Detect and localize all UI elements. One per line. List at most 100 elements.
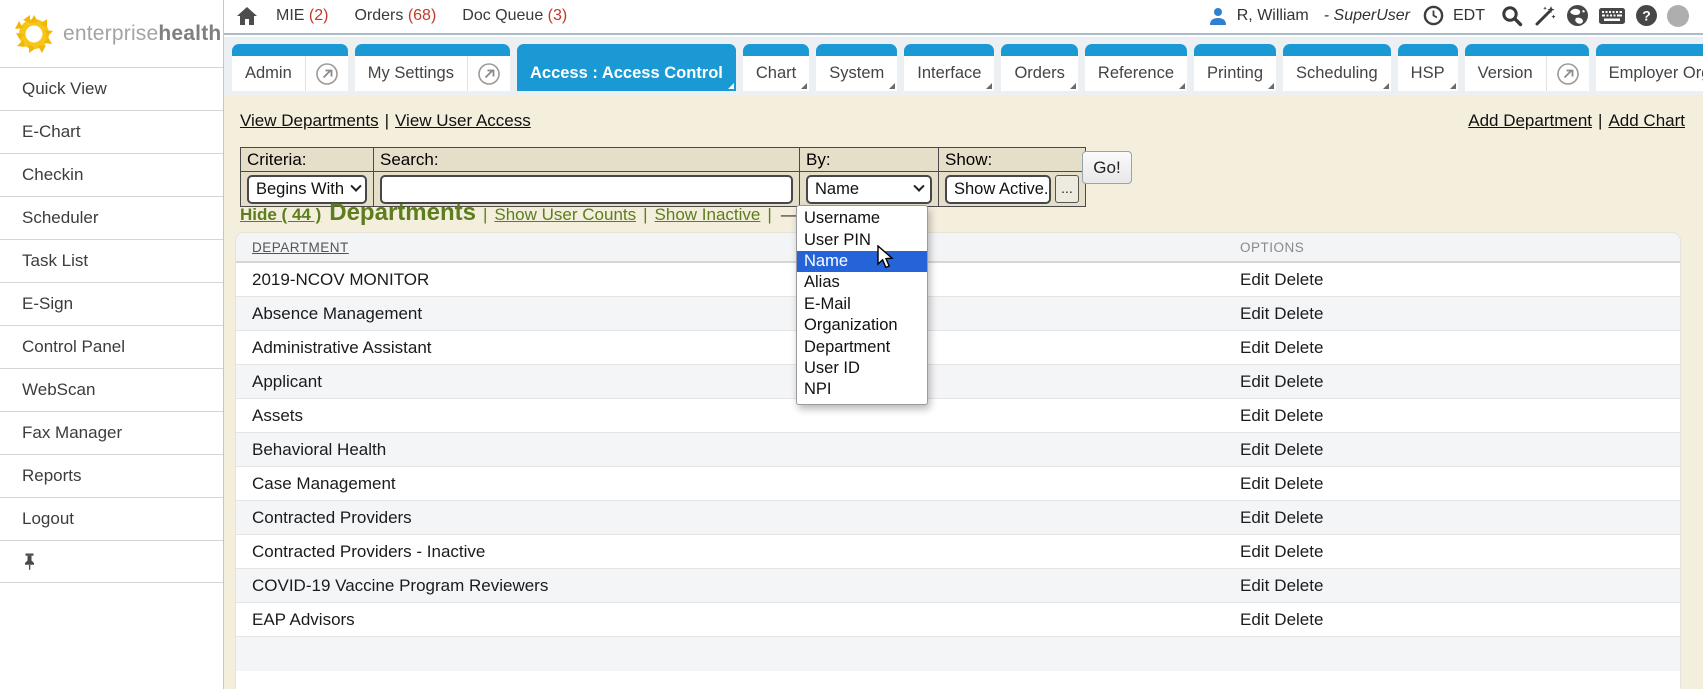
by-column-header: By: [800, 148, 939, 172]
delete-link[interactable]: Delete [1274, 474, 1323, 494]
sidebar-pin-toggle[interactable] [0, 540, 223, 583]
tab-version[interactable]: Version [1465, 44, 1589, 91]
tab-admin[interactable]: Admin [232, 44, 348, 91]
view-links: View Departments|View User Access [240, 111, 531, 131]
delete-link[interactable]: Delete [1274, 270, 1323, 290]
edit-link[interactable]: Edit [1240, 440, 1269, 460]
show-more-options-button[interactable]: ... [1055, 175, 1079, 203]
search-criteria-table: Criteria: Search: By: Show: Begins With … [240, 147, 1086, 207]
edit-link[interactable]: Edit [1240, 338, 1269, 358]
show-select[interactable]: Show Active... [945, 175, 1051, 204]
nav-count-badge: (3) [548, 7, 568, 24]
external-link-icon[interactable] [1546, 56, 1589, 91]
by-select[interactable]: Name [806, 175, 932, 204]
sidebar-item-logout[interactable]: Logout [0, 497, 223, 540]
tab-label: Access : Access Control [517, 56, 736, 91]
tab-access-access-control[interactable]: Access : Access Control [517, 44, 736, 91]
edit-link[interactable]: Edit [1240, 372, 1269, 392]
enterprise-health-logo[interactable]: enterprisehealth [0, 0, 223, 67]
keyboard-icon[interactable] [1598, 6, 1626, 26]
pushpin-icon [22, 553, 37, 570]
nav-mie[interactable]: MIE (2) [276, 7, 328, 25]
dropdown-option-organization[interactable]: Organization [797, 315, 927, 336]
edit-link[interactable]: Edit [1240, 304, 1269, 324]
help-icon[interactable]: ? [1635, 4, 1658, 27]
delete-link[interactable]: Delete [1274, 542, 1323, 562]
clock-icon[interactable] [1423, 5, 1444, 26]
dropdown-option-user-id[interactable]: User ID [797, 358, 927, 379]
sidebar-item-e-chart[interactable]: E-Chart [0, 110, 223, 153]
magic-wand-icon[interactable] [1533, 4, 1557, 28]
add-chart-link[interactable]: Add Chart [1608, 111, 1685, 130]
delete-link[interactable]: Delete [1274, 576, 1323, 596]
sidebar-item-webscan[interactable]: WebScan [0, 368, 223, 411]
delete-link[interactable]: Delete [1274, 338, 1323, 358]
dropdown-option-username[interactable]: Username [797, 208, 927, 229]
dropdown-option-e-mail[interactable]: E-Mail [797, 294, 927, 315]
tab-employer-organization[interactable]: Employer Orga [1596, 44, 1703, 91]
tab-hsp[interactable]: HSP [1398, 44, 1458, 91]
edit-link[interactable]: Edit [1240, 508, 1269, 528]
tab-caret-icon [1268, 83, 1274, 89]
department-column-header[interactable]: DEPARTMENT [236, 240, 1240, 255]
globe-icon[interactable] [1566, 4, 1589, 27]
delete-link[interactable]: Delete [1274, 304, 1323, 324]
dropdown-option-name[interactable]: Name [797, 251, 927, 272]
tab-scheduling[interactable]: Scheduling [1283, 44, 1391, 91]
dropdown-option-alias[interactable]: Alias [797, 272, 927, 293]
edit-link[interactable]: Edit [1240, 610, 1269, 630]
dropdown-option-user-pin[interactable]: User PIN [797, 229, 927, 250]
edit-link[interactable]: Edit [1240, 542, 1269, 562]
view-departments-link[interactable]: View Departments [240, 111, 379, 130]
tab-reference[interactable]: Reference [1085, 44, 1187, 91]
delete-link[interactable]: Delete [1274, 610, 1323, 630]
logo-text-health: health [158, 22, 221, 45]
delete-link[interactable]: Delete [1274, 440, 1323, 460]
external-link-icon[interactable] [305, 56, 348, 91]
tab-label: Orders [1001, 56, 1077, 91]
delete-link[interactable]: Delete [1274, 508, 1323, 528]
sidebar-item-scheduler[interactable]: Scheduler [0, 196, 223, 239]
dropdown-option-npi[interactable]: NPI [797, 379, 927, 400]
search-icon[interactable] [1500, 4, 1524, 28]
edit-link[interactable]: Edit [1240, 270, 1269, 290]
sidebar-item-checkin[interactable]: Checkin [0, 153, 223, 196]
sidebar-item-control-panel[interactable]: Control Panel [0, 325, 223, 368]
delete-link[interactable]: Delete [1274, 372, 1323, 392]
tab-my-settings[interactable]: My Settings [355, 44, 510, 91]
tab-system[interactable]: System [816, 44, 897, 91]
avatar[interactable] [1667, 5, 1689, 27]
sidebar-item-e-sign[interactable]: E-Sign [0, 282, 223, 325]
home-icon[interactable] [236, 6, 258, 26]
hide-count-link[interactable]: Hide ( 44 ) [240, 205, 321, 225]
nav-orders[interactable]: Orders (68) [354, 7, 436, 25]
tab-caret-icon [1070, 83, 1076, 89]
sidebar-item-fax-manager[interactable]: Fax Manager [0, 411, 223, 454]
view-user-access-link[interactable]: View User Access [395, 111, 531, 130]
department-name: Contracted Providers - Inactive [236, 542, 1240, 562]
tab-interface[interactable]: Interface [904, 44, 994, 91]
sidebar-item-quick-view[interactable]: Quick View [0, 67, 223, 110]
department-name: EAP Advisors [236, 610, 1240, 630]
tab-orders[interactable]: Orders [1001, 44, 1077, 91]
tab-chart[interactable]: Chart [743, 44, 809, 91]
tab-label: Scheduling [1283, 56, 1391, 91]
dropdown-option-department[interactable]: Department [797, 336, 927, 357]
external-link-icon[interactable] [467, 56, 510, 91]
edit-link[interactable]: Edit [1240, 406, 1269, 426]
edit-link[interactable]: Edit [1240, 474, 1269, 494]
sidebar-item-task-list[interactable]: Task List [0, 239, 223, 282]
user-name[interactable]: R, William [1237, 7, 1309, 25]
nav-doc-queue[interactable]: Doc Queue (3) [462, 7, 567, 25]
show-user-counts-link[interactable]: Show User Counts [494, 205, 636, 225]
delete-link[interactable]: Delete [1274, 406, 1323, 426]
tab-label: System [816, 56, 897, 91]
add-department-link[interactable]: Add Department [1468, 111, 1592, 130]
show-inactive-link[interactable]: Show Inactive [655, 205, 761, 225]
tab-printing[interactable]: Printing [1194, 44, 1276, 91]
sidebar-item-reports[interactable]: Reports [0, 454, 223, 497]
edit-link[interactable]: Edit [1240, 576, 1269, 596]
go-button[interactable]: Go! [1082, 151, 1132, 184]
tab-caret-icon [986, 83, 992, 89]
logo-text-enterprise: enterprise [63, 22, 158, 45]
